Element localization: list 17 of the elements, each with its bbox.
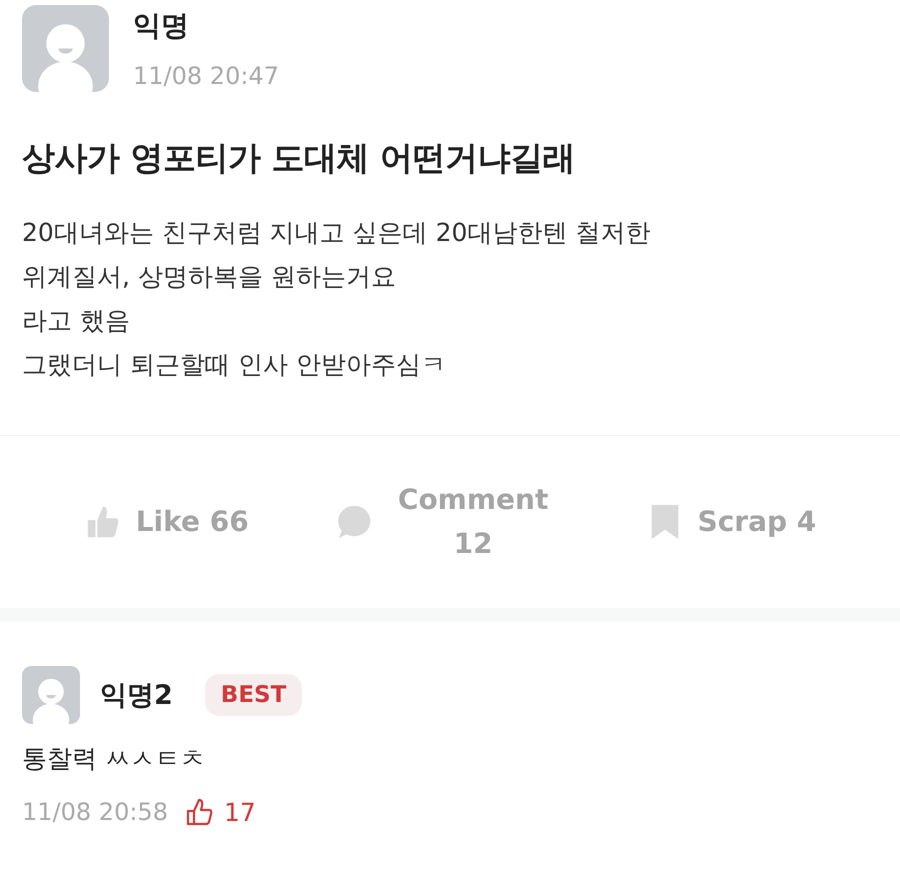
scrap-button[interactable]: Scrap 4 — [698, 500, 816, 544]
avatar-icon — [22, 666, 80, 724]
comment-time: 11/08 20:58 — [22, 798, 168, 826]
commenter-name: 익명2 — [100, 679, 173, 713]
like-count: 17 — [224, 798, 256, 826]
post-text-line: 위계질서, 상명하복을 원하는거요 — [22, 261, 397, 293]
author-name: 익명 — [133, 8, 190, 44]
post-title: 상사가 영포티가 도대체 어떤거냐길래 — [22, 137, 576, 179]
avatar-icon — [22, 5, 109, 92]
best-badge: BEST — [204, 674, 302, 716]
post-text-line: 그랬더니 퇴근할때 인사 안받아주심ㅋ — [22, 349, 447, 381]
post-text-line: 라고 했음 — [22, 305, 131, 337]
post-text-line: 20대녀와는 친구처럼 지내고 싶은데 20대남한텐 철저한 — [22, 217, 652, 249]
like-button[interactable]: Like 66 — [136, 500, 249, 544]
comment-button[interactable]: Comment 12 — [388, 478, 558, 566]
post-time: 11/08 20:47 — [133, 62, 279, 90]
comment-text: 통찰력 ㅆㅅㅌㅊ — [22, 743, 206, 775]
